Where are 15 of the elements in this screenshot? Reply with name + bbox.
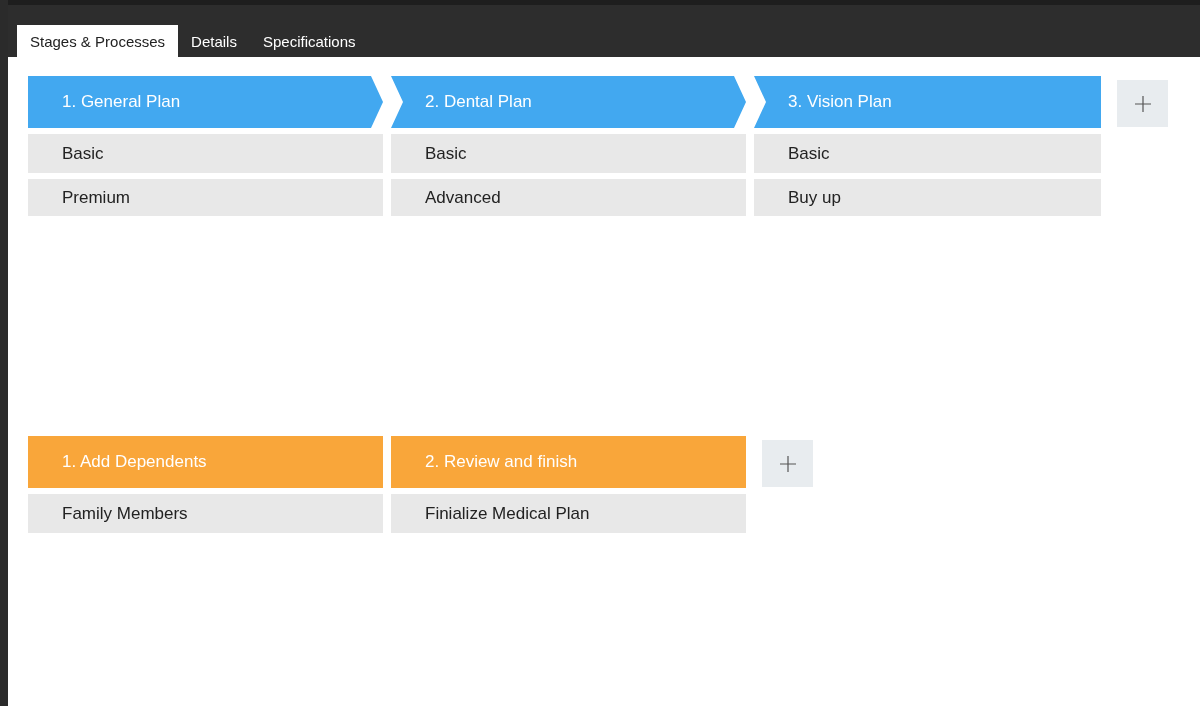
tab[interactable]: Stages & Processes <box>17 25 179 57</box>
process-step[interactable]: Basic <box>391 134 746 173</box>
add-stage-button[interactable] <box>1117 80 1168 127</box>
plus-icon <box>1134 95 1151 112</box>
process-step[interactable]: Basic <box>754 134 1101 173</box>
process-step[interactable]: Basic <box>28 134 383 173</box>
plus-icon <box>779 455 796 472</box>
process-step[interactable]: Family Members <box>28 494 383 533</box>
process-step[interactable]: Finialize Medical Plan <box>391 494 746 533</box>
tab[interactable]: Details <box>178 25 250 57</box>
tab[interactable]: Specifications <box>249 25 369 57</box>
process-step[interactable]: Premium <box>28 179 383 216</box>
process-step[interactable]: Advanced <box>391 179 746 216</box>
add-stage-button[interactable] <box>762 440 813 487</box>
process-step[interactable]: Buy up <box>754 179 1101 216</box>
